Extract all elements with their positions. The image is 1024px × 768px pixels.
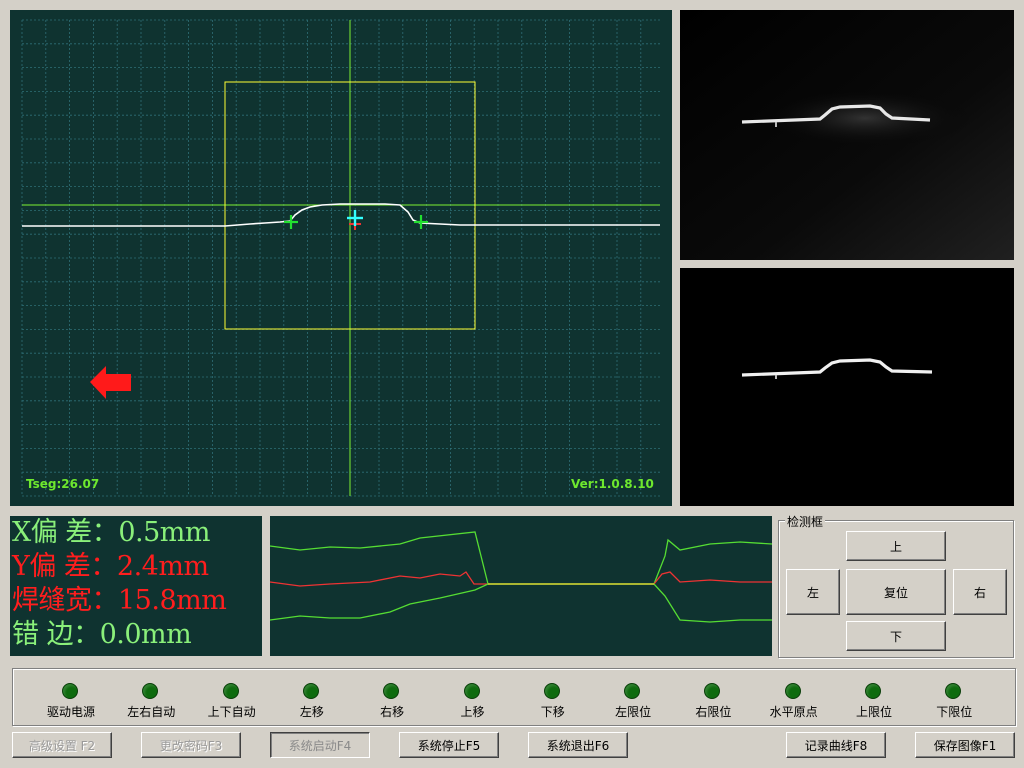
readout-label: Y偏 差：: [12, 551, 117, 582]
trend-canvas: [269, 531, 773, 623]
plus-marker-icon: [284, 215, 298, 229]
status-indicator: 右移: [352, 669, 432, 725]
left-arrow-icon: [90, 366, 131, 399]
detection-box-title: 检测框: [785, 513, 826, 530]
status-indicator-label: 右移: [380, 705, 405, 719]
measurement-readout: X偏 差：0.5mm Y偏 差：2.4mm 焊缝宽：15.8mm 错 边：0.0mm: [10, 516, 262, 656]
status-indicator-label: 上限位: [855, 705, 892, 719]
status-indicator: 驱动电源: [31, 669, 111, 725]
seam-profile-line: [22, 203, 660, 227]
trend-chart: [269, 516, 773, 656]
led-indicator-icon: [62, 683, 78, 699]
grid: [21, 19, 660, 497]
save-image-button[interactable]: 保存图像F1: [915, 732, 1015, 758]
status-indicator-panel: 驱动电源 左右自动 上下自动 左移 右移 上移 下移 左限位 右限位 水平原点 上限位 下限位: [12, 668, 1016, 726]
change-password-button[interactable]: 更改密码F3: [141, 732, 241, 758]
status-indicator: 上下自动: [192, 669, 272, 725]
led-indicator-icon: [142, 683, 159, 699]
roi-down-button[interactable]: 下: [846, 621, 946, 651]
status-indicator: 下限位: [914, 669, 994, 725]
status-indicator: 下移: [513, 669, 593, 725]
led-indicator-icon: [784, 683, 801, 699]
led-indicator-icon: [945, 683, 962, 699]
camera-processed-image: [680, 268, 1014, 506]
status-indicator: 水平原点: [754, 669, 834, 725]
roi-right-button[interactable]: 右: [953, 569, 1007, 615]
readout-label: 错 边：: [12, 619, 100, 650]
camera-raw-laser-line: [680, 10, 1014, 260]
status-indicator: 上限位: [834, 669, 914, 725]
readout-row: 焊缝宽：15.8mm: [12, 584, 262, 618]
led-indicator-icon: [383, 683, 400, 699]
status-indicator-label: 下限位: [936, 705, 973, 719]
status-indicator: 上移: [433, 669, 513, 725]
system-start-button[interactable]: 系统启动F4: [270, 732, 370, 758]
status-indicator-label: 右限位: [695, 705, 732, 719]
record-curve-button[interactable]: 记录曲线F8: [786, 732, 886, 758]
trend-lower-series: [269, 583, 772, 623]
plus-marker-icon: [414, 215, 428, 229]
status-indicator-label: 左移: [299, 705, 324, 719]
system-stop-button[interactable]: 系统停止F5: [399, 732, 499, 758]
status-indicator-label: 下移: [540, 705, 565, 719]
status-indicator-label: 驱动电源: [46, 705, 95, 719]
led-indicator-icon: [543, 683, 560, 699]
roi-reset-button[interactable]: 复位: [846, 569, 946, 615]
trend-upper-series: [269, 531, 773, 585]
readout-value: 0.0mm: [99, 619, 192, 650]
tseg-label: Tseg:26.07: [26, 477, 100, 491]
readout-value: 0.5mm: [118, 517, 210, 548]
status-indicator-label: 上移: [460, 705, 485, 719]
system-exit-button[interactable]: 系统退出F6: [528, 732, 628, 758]
camera-processed-laser-line: [741, 358, 933, 379]
camera-raw-image: [680, 10, 1014, 260]
led-indicator-icon: [222, 683, 239, 699]
led-indicator-icon: [865, 683, 881, 699]
readout-row: 错 边：0.0mm: [12, 618, 262, 652]
readout-row: X偏 差：0.5mm: [12, 516, 262, 550]
status-indicator: 左限位: [593, 669, 673, 725]
status-indicator: 左移: [272, 669, 352, 725]
status-indicator: 左右自动: [111, 669, 191, 725]
version-label: Ver:1.0.8.10: [571, 477, 654, 491]
advanced-settings-button[interactable]: 高级设置 F2: [12, 732, 112, 758]
led-indicator-icon: [463, 683, 480, 699]
led-indicator-icon: [704, 683, 721, 699]
status-indicator-label: 左右自动: [127, 705, 176, 719]
main-profile-view: Tseg:26.07 Ver:1.0.8.10: [10, 10, 672, 506]
status-indicator-label: 水平原点: [769, 705, 818, 719]
roi-up-button[interactable]: 上: [846, 531, 946, 561]
status-indicator-label: 上下自动: [207, 705, 256, 719]
profile-canvas: [21, 19, 660, 497]
led-indicator-icon: [624, 683, 641, 699]
status-indicator-label: 左限位: [615, 705, 652, 719]
readout-row: Y偏 差：2.4mm: [12, 550, 262, 584]
readout-label: 焊缝宽：: [12, 585, 119, 616]
roi-left-button[interactable]: 左: [786, 569, 840, 615]
readout-value: 15.8mm: [118, 585, 227, 616]
readout-value: 2.4mm: [116, 551, 209, 582]
status-indicator: 右限位: [673, 669, 753, 725]
led-indicator-icon: [302, 683, 319, 699]
readout-label: X偏 差：: [12, 517, 119, 548]
